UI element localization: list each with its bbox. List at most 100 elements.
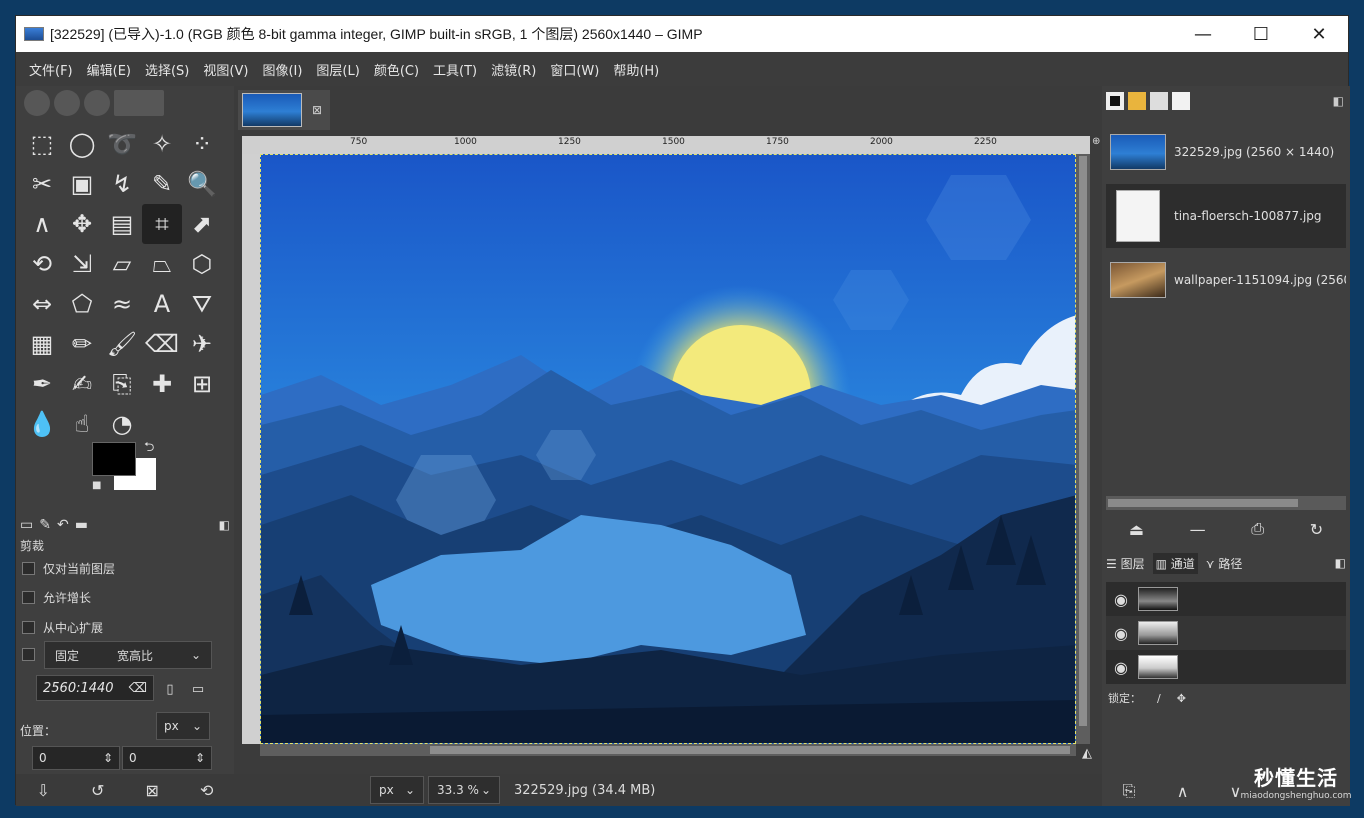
- save-options-icon[interactable]: ⇩: [37, 781, 50, 800]
- ellipse-select-icon[interactable]: ◯: [62, 124, 102, 164]
- close-tab-icon[interactable]: ⊠: [312, 103, 322, 117]
- unified-transform-icon[interactable]: ⬈: [182, 204, 222, 244]
- tab-channels[interactable]: ▥ 通道: [1152, 552, 1198, 574]
- image-list-item[interactable]: 322529.jpg (2560 × 1440): [1106, 120, 1346, 184]
- image-canvas[interactable]: [260, 154, 1076, 744]
- restore-options-icon[interactable]: ↺: [91, 781, 104, 800]
- refresh-icon[interactable]: ↻: [1310, 520, 1323, 539]
- clone-icon[interactable]: ⎘: [102, 364, 142, 404]
- images-scroll-thumb[interactable]: [1108, 499, 1298, 507]
- image-list-item[interactable]: tina-floersch-100877.jpg: [1106, 184, 1346, 248]
- tool-options-tab-icon[interactable]: ▭: [20, 517, 33, 533]
- lock-position-icon[interactable]: ✥: [1177, 692, 1186, 705]
- spin-arrows-icon[interactable]: ⇕: [195, 751, 205, 765]
- 3d-transform-icon[interactable]: ⬡: [182, 244, 222, 284]
- dodge-burn-icon[interactable]: ◔: [102, 404, 142, 444]
- heal-icon[interactable]: ✚: [142, 364, 182, 404]
- fixed-checkbox[interactable]: [22, 648, 35, 661]
- open-image-icon[interactable]: ⏏: [1129, 520, 1144, 539]
- raise-icon[interactable]: ∧: [1177, 782, 1189, 801]
- allow-growing-checkbox[interactable]: [22, 591, 35, 604]
- gradient-icon[interactable]: ▦: [22, 324, 62, 364]
- eye-icon[interactable]: ◉: [1114, 624, 1128, 643]
- expand-from-center-checkbox[interactable]: [22, 621, 35, 634]
- channel-row[interactable]: ◉: [1106, 616, 1346, 650]
- eraser-icon[interactable]: ⌫: [142, 324, 182, 364]
- menu-tools[interactable]: 工具(T): [426, 60, 484, 79]
- panel-menu-icon[interactable]: ◧: [1333, 94, 1344, 108]
- image-tab[interactable]: ⊠: [238, 90, 330, 130]
- current-layer-only-option[interactable]: 仅对当前图层: [22, 560, 115, 577]
- landscape-icon[interactable]: ▭: [186, 679, 210, 699]
- shear-icon[interactable]: ▱: [102, 244, 142, 284]
- pattern-preview[interactable]: [54, 90, 80, 116]
- swap-colors-icon[interactable]: ⮌: [144, 438, 154, 460]
- menu-view[interactable]: 视图(V): [196, 60, 255, 79]
- paths-icon[interactable]: ↯: [102, 164, 142, 204]
- foreground-color-swatch-top[interactable]: [92, 442, 136, 476]
- channel-row[interactable]: ◉: [1106, 650, 1346, 684]
- device-status-tab-icon[interactable]: ✎: [39, 517, 51, 533]
- brushes-tab-icon[interactable]: [1106, 92, 1124, 110]
- expand-from-center-option[interactable]: 从中心扩展: [22, 619, 103, 636]
- eye-icon[interactable]: ◉: [1114, 590, 1128, 609]
- eye-icon[interactable]: ◉: [1114, 658, 1128, 677]
- patterns-tab-icon[interactable]: [1128, 92, 1146, 110]
- vertical-scrollbar[interactable]: [1076, 154, 1090, 744]
- channel-row[interactable]: ◉: [1106, 582, 1346, 616]
- perspective-icon[interactable]: ⏢: [142, 244, 182, 284]
- mypaint-brush-icon[interactable]: ✍: [62, 364, 102, 404]
- ink-icon[interactable]: ✒: [22, 364, 62, 404]
- airbrush-icon[interactable]: ✈: [182, 324, 222, 364]
- tab-paths[interactable]: ⋎ 路径: [1206, 555, 1243, 572]
- lock-pixels-icon[interactable]: ∕: [1157, 692, 1161, 705]
- maximize-button[interactable]: ☐: [1232, 16, 1290, 52]
- menu-image[interactable]: 图像(I): [255, 60, 309, 79]
- color-select-icon[interactable]: ⁘: [182, 124, 222, 164]
- menu-select[interactable]: 选择(S): [138, 60, 196, 79]
- portrait-icon[interactable]: ▯: [158, 679, 182, 699]
- rect-select-icon[interactable]: ⬚: [22, 124, 62, 164]
- brush-pattern-gradient-strip[interactable]: [24, 90, 224, 120]
- images-scrollbar[interactable]: [1106, 496, 1346, 510]
- perspective-clone-icon[interactable]: ⊞: [182, 364, 222, 404]
- menu-help[interactable]: 帮助(H): [606, 60, 666, 79]
- undo-history-tab-icon[interactable]: ↶: [57, 517, 69, 533]
- tab-layers[interactable]: ☰ 图层: [1106, 555, 1145, 572]
- horizontal-scroll-thumb[interactable]: [430, 746, 1070, 754]
- bucket-fill-icon[interactable]: ⛛: [182, 284, 222, 324]
- quick-mask-corner[interactable]: [242, 136, 260, 154]
- images-tab-icon[interactable]: ▬: [75, 517, 88, 533]
- warp-icon[interactable]: ≈: [102, 284, 142, 324]
- panel-menu-icon[interactable]: ◧: [1335, 556, 1346, 570]
- print-icon[interactable]: ⎙: [1251, 519, 1264, 539]
- fonts-tab-icon[interactable]: [1150, 92, 1168, 110]
- text-icon[interactable]: A: [142, 284, 182, 324]
- new-channel-icon[interactable]: ⎘: [1123, 781, 1136, 801]
- measure-icon[interactable]: ∧: [22, 204, 62, 244]
- menu-windows[interactable]: 窗口(W): [543, 60, 606, 79]
- fixed-option[interactable]: [22, 648, 35, 661]
- crop-icon[interactable]: ⌗: [142, 204, 182, 244]
- menu-filters[interactable]: 滤镜(R): [484, 60, 543, 79]
- image-list-item[interactable]: wallpaper-1151094.jpg (2560: [1106, 248, 1346, 312]
- menu-colors[interactable]: 颜色(C): [367, 60, 426, 79]
- position-y-input[interactable]: 0 ⇕: [122, 746, 212, 770]
- gradient-preview[interactable]: [84, 90, 110, 116]
- position-x-input[interactable]: 0 ⇕: [32, 746, 120, 770]
- close-button[interactable]: ✕: [1290, 16, 1348, 52]
- paintbrush-icon[interactable]: 🖌: [102, 324, 142, 364]
- default-colors-icon[interactable]: ■: [92, 480, 101, 491]
- vertical-scroll-thumb[interactable]: [1079, 156, 1087, 726]
- position-unit-select[interactable]: px ⌄: [156, 712, 210, 740]
- status-unit-select[interactable]: px ⌄: [370, 776, 424, 804]
- delete-options-icon[interactable]: ⊠: [146, 781, 159, 800]
- remove-icon[interactable]: —: [1190, 520, 1206, 539]
- current-layer-only-checkbox[interactable]: [22, 562, 35, 575]
- fuzzy-select-icon[interactable]: ✧: [142, 124, 182, 164]
- zoom-select[interactable]: 33.3 % ⌄: [428, 776, 500, 804]
- horizontal-scrollbar[interactable]: [260, 744, 1076, 756]
- move-icon[interactable]: ✥: [62, 204, 102, 244]
- clear-icon[interactable]: ⌫: [129, 681, 147, 696]
- scissors-icon[interactable]: ✂: [22, 164, 62, 204]
